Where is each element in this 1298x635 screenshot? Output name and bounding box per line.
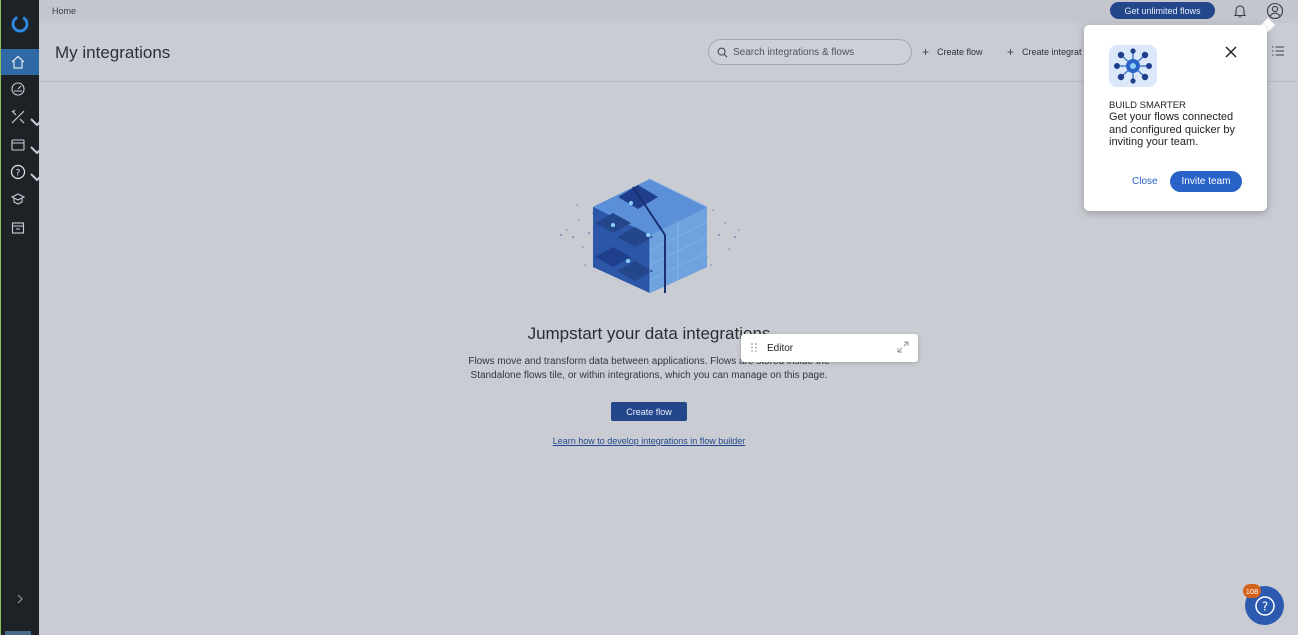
close-icon[interactable] bbox=[1224, 45, 1238, 59]
drag-handle-icon[interactable] bbox=[750, 342, 758, 353]
dashboard-icon bbox=[11, 82, 25, 96]
chevron-down-icon bbox=[30, 146, 44, 155]
sidebar-item-help[interactable]: ? bbox=[1, 159, 44, 185]
sidebar: ? bbox=[0, 0, 44, 635]
sidebar-item-dashboard[interactable] bbox=[1, 76, 40, 102]
profile-icon[interactable] bbox=[1266, 2, 1284, 20]
chevron-down-icon bbox=[30, 118, 44, 127]
logo-icon[interactable] bbox=[10, 14, 30, 34]
editor-label: Editor bbox=[767, 343, 794, 354]
resources-icon bbox=[11, 139, 25, 151]
create-flow-header-button[interactable]: + Create flow bbox=[922, 45, 983, 59]
bell-icon[interactable] bbox=[1232, 3, 1248, 19]
expand-icon[interactable] bbox=[897, 341, 909, 353]
invite-team-button[interactable]: Invite team bbox=[1170, 171, 1242, 192]
help-icon: ? bbox=[10, 164, 26, 180]
home-icon bbox=[11, 55, 25, 69]
notification-count-badge: 108 bbox=[1243, 584, 1261, 598]
sidebar-item-resources[interactable] bbox=[1, 132, 44, 158]
expand-sidebar-icon[interactable] bbox=[14, 593, 26, 605]
list-view-icon[interactable] bbox=[1271, 45, 1285, 57]
plus-icon: + bbox=[922, 45, 930, 59]
popover-kicker: BUILD SMARTER bbox=[1109, 100, 1186, 111]
get-unlimited-flows-button[interactable]: Get unlimited flows bbox=[1110, 2, 1215, 19]
learn-flow-builder-link[interactable]: Learn how to develop integrations in flo… bbox=[520, 436, 778, 446]
create-integration-label: Create integrat bbox=[1022, 47, 1082, 57]
marketplace-icon bbox=[10, 193, 26, 205]
svg-text:?: ? bbox=[16, 169, 21, 179]
breadcrumb[interactable]: Home bbox=[52, 6, 76, 16]
chevron-down-icon bbox=[30, 173, 44, 182]
plus-icon: + bbox=[1007, 45, 1015, 59]
sidebar-item-store[interactable] bbox=[1, 215, 40, 241]
top-bar: Home Get unlimited flows bbox=[39, 0, 1298, 23]
popover-close-button[interactable]: Close bbox=[1132, 176, 1158, 187]
sidebar-bottom-indicator bbox=[5, 631, 31, 635]
search-box[interactable] bbox=[708, 39, 912, 65]
integrations-hero-illustration bbox=[560, 178, 740, 293]
page-title: My integrations bbox=[55, 43, 171, 62]
empty-state-description-line-2: Standalone flows tile, or within integra… bbox=[470, 369, 828, 381]
create-flow-button[interactable]: Create flow bbox=[611, 402, 687, 421]
tools-icon bbox=[11, 109, 25, 124]
sidebar-item-tools[interactable] bbox=[1, 104, 44, 130]
create-integration-header-button[interactable]: + Create integrat bbox=[1007, 45, 1082, 59]
store-icon bbox=[11, 222, 25, 234]
editor-panel[interactable]: Editor bbox=[741, 334, 918, 362]
svg-text:?: ? bbox=[1261, 599, 1267, 613]
create-flow-label: Create flow bbox=[937, 47, 983, 57]
team-network-icon bbox=[1109, 45, 1157, 87]
search-input[interactable] bbox=[733, 46, 893, 58]
sidebar-item-home[interactable] bbox=[1, 49, 40, 75]
build-smarter-popover: BUILD SMARTER Get your flows connected a… bbox=[1084, 25, 1267, 211]
search-icon bbox=[717, 47, 728, 57]
sidebar-item-marketplace[interactable] bbox=[1, 187, 40, 213]
popover-text: Get your flows connected and configured … bbox=[1109, 111, 1235, 148]
